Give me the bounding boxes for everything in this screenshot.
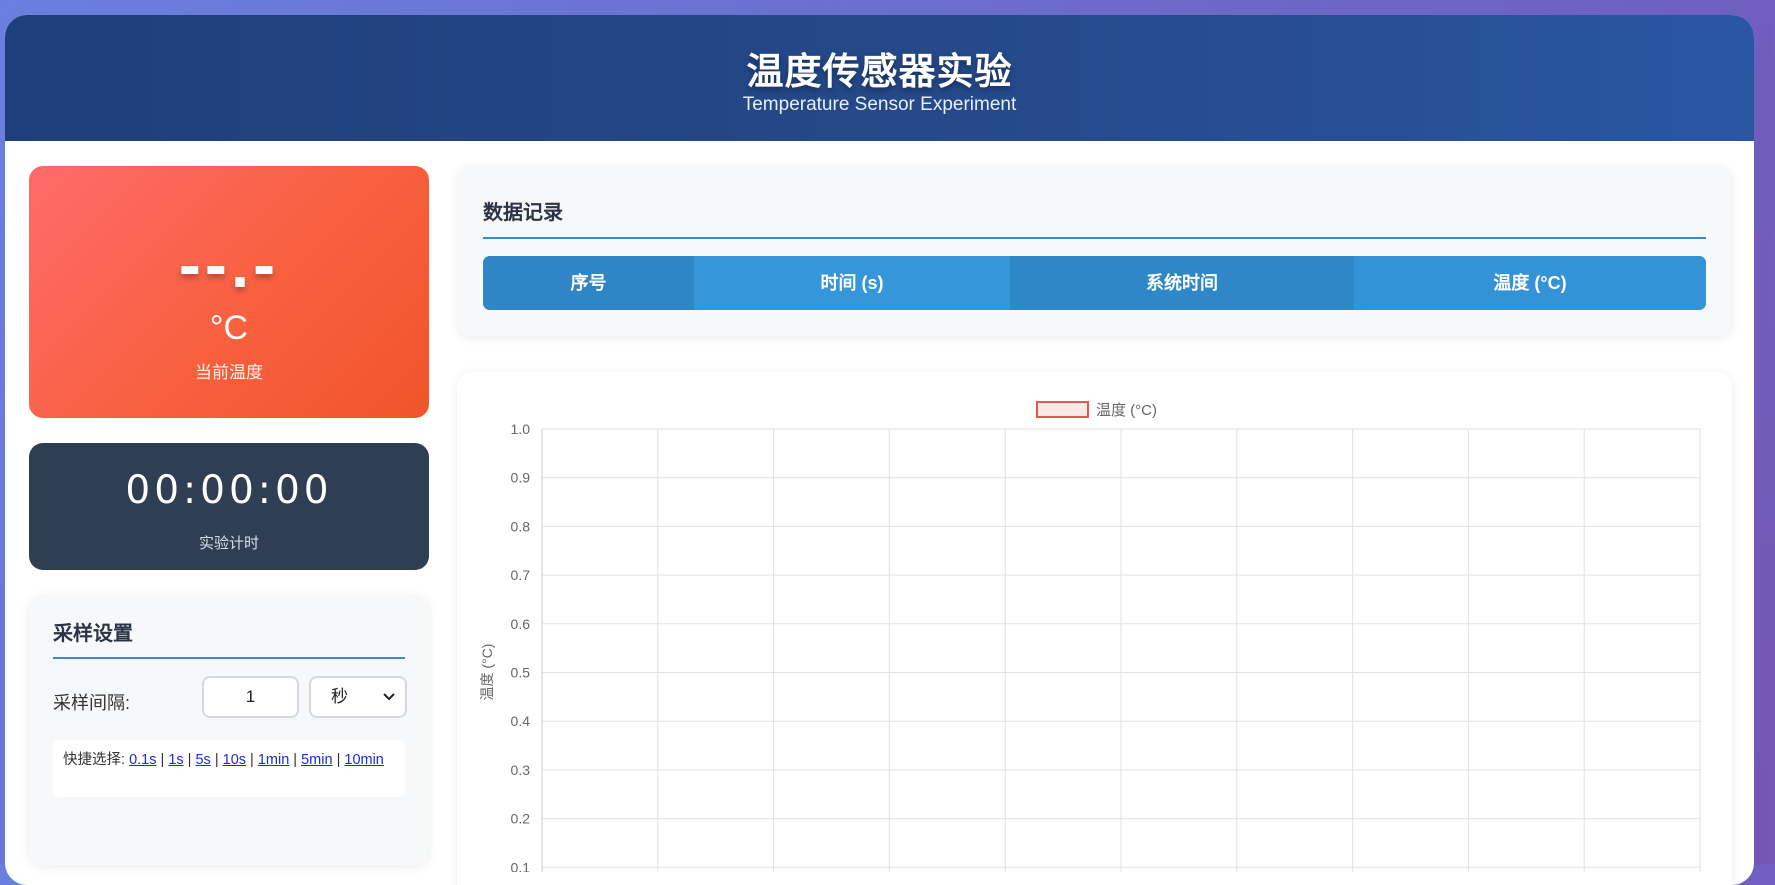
sampling-settings-divider — [53, 657, 405, 659]
sampling-unit-select[interactable]: 秒 — [309, 676, 407, 718]
current-temperature-unit: °C — [209, 309, 249, 347]
sampling-settings-panel: 采样设置 采样间隔: 秒 快捷选择: 0.1s | 1s | 5s | 10s … — [29, 595, 429, 865]
sampling-interval-input[interactable] — [202, 676, 299, 718]
quick-option-1min[interactable]: 1min — [258, 752, 289, 768]
quick-option-5min[interactable]: 5min — [301, 752, 332, 768]
current-temperature-label: 当前温度 — [195, 363, 263, 382]
y-tick-label: 0.7 — [511, 567, 531, 583]
quick-option-10s[interactable]: 10s — [223, 752, 246, 768]
data-record-title: 数据记录 — [483, 202, 563, 224]
quick-option-0.1s[interactable]: 0.1s — [129, 752, 156, 768]
data-table-header: 序号 时间 (s) 系统时间 温度 (°C) — [483, 256, 1706, 310]
chevron-down-icon — [382, 678, 396, 731]
y-tick-label: 1.0 — [511, 421, 531, 437]
y-tick-label: 0.2 — [511, 811, 531, 827]
column-header-temperature[interactable]: 温度 (°C) — [1354, 256, 1706, 310]
sampling-unit-value: 秒 — [331, 687, 348, 706]
page-subtitle: Temperature Sensor Experiment — [742, 94, 1017, 115]
experiment-timer-card: 00:00:00 实验计时 — [29, 443, 429, 570]
sampling-interval-label: 采样间隔: — [53, 693, 131, 713]
quick-option-10min[interactable]: 10min — [344, 752, 384, 768]
legend-label: 温度 (°C) — [1096, 402, 1157, 419]
column-header-time[interactable]: 时间 (s) — [694, 256, 1010, 310]
column-header-index[interactable]: 序号 — [483, 256, 694, 310]
quick-option-1s[interactable]: 1s — [168, 752, 183, 768]
page-header: 温度传感器实验 Temperature Sensor Experiment — [5, 15, 1754, 141]
temperature-chart: 1.0 0.9 0.8 0.7 0.6 0.5 0.4 0.3 0.2 0.1 温度 (°C) 温度 … — [479, 401, 1701, 872]
y-tick-label: 0.6 — [511, 616, 531, 632]
page-title: 温度传感器实验 — [746, 51, 1013, 92]
column-header-system-time[interactable]: 系统时间 — [1010, 256, 1354, 310]
experiment-timer-label: 实验计时 — [198, 535, 259, 552]
y-tick-label: 0.8 — [511, 518, 531, 534]
current-temperature-value: --.- — [178, 227, 280, 301]
y-tick-label: 0.3 — [511, 762, 531, 778]
current-temperature-card: --.- °C 当前温度 — [29, 166, 429, 418]
quick-select-box: 快捷选择: 0.1s | 1s | 5s | 10s | 1min | 5min… — [53, 740, 405, 797]
data-record-divider — [483, 237, 1706, 239]
data-record-panel: 数据记录 序号 时间 (s) 系统时间 温度 (°C) — [457, 166, 1732, 336]
quick-select-label: 快捷选择: — [63, 752, 126, 768]
legend-swatch — [1036, 401, 1089, 418]
temperature-chart-panel: 1.0 0.9 0.8 0.7 0.6 0.5 0.4 0.3 0.2 0.1 温度 (°C) 温度 … — [457, 372, 1732, 885]
experiment-timer-value: 00:00:00 — [125, 468, 333, 513]
quick-option-5s[interactable]: 5s — [195, 752, 210, 768]
y-tick-label: 0.5 — [511, 665, 531, 681]
sampling-settings-title: 采样设置 — [53, 623, 133, 645]
y-tick-label: 0.4 — [511, 713, 531, 729]
y-tick-label: 0.1 — [511, 859, 531, 872]
y-tick-label: 0.9 — [511, 470, 531, 486]
y-axis-label: 温度 (°C) — [479, 644, 495, 701]
app-window: 温度传感器实验 Temperature Sensor Experiment --… — [5, 15, 1754, 885]
